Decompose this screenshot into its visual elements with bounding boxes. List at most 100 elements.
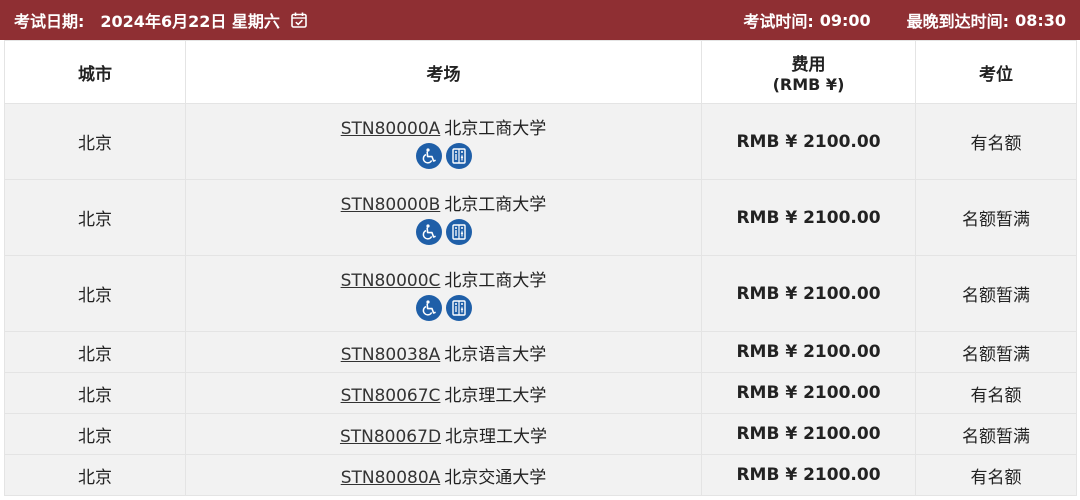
venue-code-link[interactable]: STN80067D — [340, 427, 441, 447]
fee-cell: RMB ¥ 2100.00 — [701, 255, 916, 332]
column-header-fee: 费用 (RMB ¥) — [701, 40, 916, 104]
city-cell: 北京 — [4, 454, 186, 496]
city-text: 北京 — [78, 210, 112, 230]
calendar-check-icon[interactable] — [290, 11, 308, 29]
city-cell: 北京 — [4, 255, 186, 332]
city-cell: 北京 — [4, 413, 186, 455]
venue-cell: STN80038A 北京语言大学 — [185, 331, 702, 373]
restroom-icon — [445, 143, 472, 169]
exam-schedule-page: 考试日期: 2024年6月22日 星期六 考试时间: 09:00 最晚到达时间:… — [0, 0, 1080, 500]
wheelchair-icon — [415, 295, 442, 321]
venue-code-link[interactable]: STN80038A — [341, 345, 441, 365]
seats-status: 名额暂满 — [962, 344, 1030, 365]
fee-cell: RMB ¥ 2100.00 — [701, 179, 916, 256]
exam-time: 考试时间: 09:00 — [743, 8, 870, 32]
accessibility-icons — [186, 143, 701, 169]
seats-status: 有名额 — [970, 467, 1022, 488]
table-body: 北京 STN80000A 北京工商大学 RMB ¥ 2100.00 有名额 北京 … — [4, 103, 1077, 496]
venue-cell: STN80000C 北京工商大学 — [185, 255, 702, 332]
venue-name: 北京理工大学 — [444, 385, 547, 406]
venue-line: STN80080A 北京交通大学 — [186, 463, 701, 488]
seats-status: 有名额 — [970, 134, 1022, 154]
venue-cell: STN80067D 北京理工大学 — [185, 413, 702, 455]
seats-cell: 有名额 — [915, 372, 1077, 414]
city-cell: 北京 — [4, 103, 186, 180]
wheelchair-icon — [415, 219, 442, 245]
city-cell: 北京 — [4, 372, 186, 414]
city-text: 北京 — [78, 134, 112, 154]
table-row: 北京 STN80000B 北京工商大学 RMB ¥ 2100.00 名额暂满 — [4, 179, 1077, 256]
fee-text: RMB ¥ 2100.00 — [736, 383, 881, 403]
column-header-seats: 考位 — [915, 40, 1077, 104]
venue-line: STN80067D 北京理工大学 — [186, 422, 701, 447]
venue-name: 北京交通大学 — [444, 467, 547, 488]
venue-name: 北京工商大学 — [444, 119, 547, 139]
exam-time-label: 考试时间: — [743, 12, 814, 31]
fee-cell: RMB ¥ 2100.00 — [701, 413, 916, 455]
fee-cell: RMB ¥ 2100.00 — [701, 372, 916, 414]
table-row: 北京 STN80067C 北京理工大学 RMB ¥ 2100.00 有名额 — [4, 372, 1077, 414]
accessibility-icons — [186, 219, 701, 245]
column-header-venue: 考场 — [185, 40, 702, 104]
seats-status: 名额暂满 — [962, 426, 1030, 447]
city-cell: 北京 — [4, 179, 186, 256]
venue-name: 北京工商大学 — [444, 271, 547, 291]
seats-cell: 有名额 — [915, 454, 1077, 496]
table-row: 北京 STN80000A 北京工商大学 RMB ¥ 2100.00 有名额 — [4, 103, 1077, 180]
venue-cell: STN80000A 北京工商大学 — [185, 103, 702, 180]
table-row: 北京 STN80038A 北京语言大学 RMB ¥ 2100.00 名额暂满 — [4, 331, 1077, 373]
seats-status: 名额暂满 — [962, 286, 1030, 306]
exam-date-label: 考试日期: — [14, 12, 85, 31]
venue-line: STN80000A 北京工商大学 — [186, 114, 701, 139]
exam-info-header: 考试日期: 2024年6月22日 星期六 考试时间: 09:00 最晚到达时间:… — [0, 0, 1080, 40]
seats-cell: 名额暂满 — [915, 255, 1077, 332]
exam-date-value: 2024年6月22日 星期六 — [100, 12, 280, 31]
exam-date-group: 考试日期: 2024年6月22日 星期六 — [14, 8, 308, 32]
venue-line: STN80000C 北京工商大学 — [186, 266, 701, 291]
latest-arrival: 最晚到达时间: 08:30 — [907, 8, 1066, 32]
column-header-fee-line2: (RMB ¥) — [772, 75, 845, 94]
venue-code-link[interactable]: STN80000A — [341, 119, 441, 139]
venue-line: STN80000B 北京工商大学 — [186, 190, 701, 215]
fee-cell: RMB ¥ 2100.00 — [701, 103, 916, 180]
accessibility-icons — [186, 295, 701, 321]
wheelchair-icon — [415, 143, 442, 169]
seats-status: 名额暂满 — [962, 210, 1030, 230]
venue-code-link[interactable]: STN80000C — [341, 271, 441, 291]
venue-name: 北京理工大学 — [445, 426, 548, 447]
latest-arrival-label: 最晚到达时间: — [906, 12, 1010, 31]
city-text: 北京 — [78, 385, 112, 406]
venue-cell: STN80080A 北京交通大学 — [185, 454, 702, 496]
venue-name: 北京语言大学 — [444, 344, 547, 365]
venue-cell: STN80000B 北京工商大学 — [185, 179, 702, 256]
city-text: 北京 — [78, 344, 112, 365]
restroom-icon — [445, 295, 472, 321]
city-text: 北京 — [78, 286, 112, 306]
latest-arrival-value: 08:30 — [1015, 10, 1066, 30]
city-cell: 北京 — [4, 331, 186, 373]
venue-line: STN80067C 北京理工大学 — [186, 381, 701, 406]
table-header-row: 城市 考场 费用 (RMB ¥) 考位 — [4, 40, 1077, 104]
exam-venue-table: 城市 考场 费用 (RMB ¥) 考位 北京 STN80000A 北京工商大学 R… — [4, 40, 1077, 496]
fee-text: RMB ¥ 2100.00 — [736, 342, 881, 362]
fee-text: RMB ¥ 2100.00 — [736, 424, 881, 444]
seats-cell: 名额暂满 — [915, 413, 1077, 455]
fee-cell: RMB ¥ 2100.00 — [701, 331, 916, 373]
fee-text: RMB ¥ 2100.00 — [736, 131, 881, 152]
city-text: 北京 — [78, 467, 112, 488]
fee-text: RMB ¥ 2100.00 — [736, 465, 881, 485]
venue-code-link[interactable]: STN80067C — [341, 386, 441, 406]
seats-cell: 名额暂满 — [915, 331, 1077, 373]
venue-code-link[interactable]: STN80080A — [341, 468, 441, 488]
city-text: 北京 — [78, 426, 112, 447]
exam-time-group: 考试时间: 09:00 最晚到达时间: 08:30 — [743, 8, 1066, 32]
seats-status: 有名额 — [970, 385, 1022, 406]
table-row: 北京 STN80080A 北京交通大学 RMB ¥ 2100.00 有名额 — [4, 454, 1077, 496]
exam-time-value: 09:00 — [819, 10, 871, 30]
venue-line: STN80038A 北京语言大学 — [186, 340, 701, 365]
seats-cell: 有名额 — [915, 103, 1077, 180]
table-row: 北京 STN80067D 北京理工大学 RMB ¥ 2100.00 名额暂满 — [4, 413, 1077, 455]
venue-code-link[interactable]: STN80000B — [341, 195, 441, 215]
venue-cell: STN80067C 北京理工大学 — [185, 372, 702, 414]
venue-name: 北京工商大学 — [444, 195, 547, 215]
